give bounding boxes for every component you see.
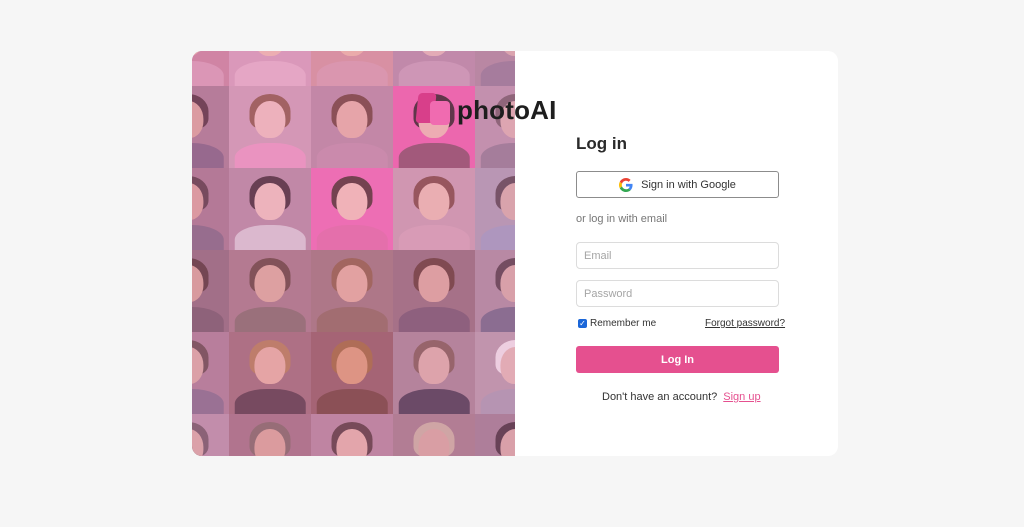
portrait-tile [311, 86, 393, 168]
portrait-tile [311, 414, 393, 456]
signup-row: Don't have an account? Sign up [602, 391, 761, 403]
portrait-tile [393, 51, 475, 86]
remember-me[interactable]: ✓ Remember me [578, 318, 656, 329]
portrait-tile [475, 332, 515, 414]
portrait-tile [393, 414, 475, 456]
brand-logo: photoAI [415, 93, 557, 127]
brand-name: photoAI [457, 94, 557, 125]
photoai-logo-icon [415, 93, 451, 127]
portrait-tile [192, 250, 229, 332]
portrait-tile [475, 168, 515, 250]
portrait-tile [192, 414, 229, 456]
portrait-tile [229, 86, 311, 168]
google-icon [619, 177, 633, 192]
portrait-tile [229, 332, 311, 414]
portrait-tile [393, 250, 475, 332]
portrait-tile [192, 51, 229, 86]
login-button[interactable]: Log In [576, 346, 779, 373]
email-divider-text: or log in with email [576, 213, 668, 225]
portrait-tile [192, 86, 229, 168]
portrait-tile [393, 168, 475, 250]
google-signin-label: Sign in with Google [641, 178, 736, 191]
google-signin-button[interactable]: Sign in with Google [576, 171, 779, 198]
portrait-tile [311, 332, 393, 414]
no-account-text: Don't have an account? [602, 391, 718, 403]
portrait-tile [475, 250, 515, 332]
portrait-tile [311, 51, 393, 86]
portrait-tile [311, 250, 393, 332]
remember-me-label: Remember me [590, 318, 657, 329]
remember-me-checkbox[interactable]: ✓ [578, 319, 587, 328]
password-field[interactable] [576, 280, 779, 307]
portrait-tile [311, 168, 393, 250]
portrait-tile [229, 168, 311, 250]
portrait-tile [229, 250, 311, 332]
portrait-tile [229, 51, 311, 86]
portrait-tile [475, 51, 515, 86]
portrait-tile [475, 414, 515, 456]
portrait-tile [393, 332, 475, 414]
signup-link[interactable]: Sign up [723, 391, 760, 403]
portrait-tile [229, 414, 311, 456]
forgot-password-link[interactable]: Forgot password? [705, 318, 785, 329]
page-title: Log in [576, 134, 627, 153]
portrait-tile [192, 332, 229, 414]
email-field[interactable] [576, 242, 779, 269]
portrait-tile [192, 168, 229, 250]
